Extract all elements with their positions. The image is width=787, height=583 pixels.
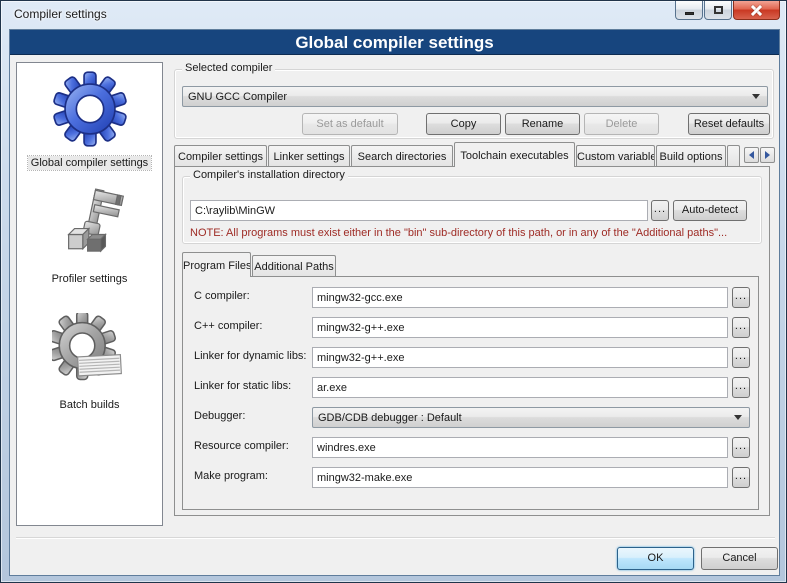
settings-category-list: Global compiler settings [16,62,163,526]
cpp-compiler-label: C++ compiler: [194,320,262,332]
make-program-label: Make program: [194,470,268,482]
cpp-compiler-browse-button[interactable]: ... [732,317,750,338]
caliper-icon [52,187,128,268]
close-icon [751,5,762,16]
debugger-select-value: GDB/CDB debugger : Default [313,412,734,424]
c-compiler-input[interactable] [312,287,728,308]
resource-compiler-input[interactable] [312,437,728,458]
note-text: NOTE: All programs must exist either in … [190,227,727,239]
sidebar-item-profiler-settings[interactable]: Profiler settings [17,187,162,286]
linker-static-input[interactable] [312,377,728,398]
chevron-down-icon [734,415,742,420]
maximize-button[interactable] [704,1,732,20]
compiler-select-value: GNU GCC Compiler [183,91,752,103]
maximize-icon [714,6,723,14]
selected-compiler-group-label: Selected compiler [182,62,275,74]
sidebar-item-batch-builds[interactable]: Batch builds [17,313,162,412]
copy-button[interactable]: Copy [426,113,501,135]
debugger-label: Debugger: [194,410,245,422]
gray-gear-papers-icon [52,313,128,394]
titlebar[interactable]: Compiler settings [1,1,786,29]
blue-gear-icon [52,71,128,152]
c-compiler-browse-button[interactable]: ... [732,287,750,308]
make-program-input[interactable] [312,467,728,488]
close-button[interactable] [733,1,780,20]
resource-compiler-label: Resource compiler: [194,440,289,452]
sidebar-item-global-compiler-settings[interactable]: Global compiler settings [17,71,162,170]
make-program-browse-button[interactable]: ... [732,467,750,488]
window-title: Compiler settings [14,7,107,21]
linker-dynamic-input[interactable] [312,347,728,368]
chevron-down-icon [752,94,760,99]
c-compiler-label: C compiler: [194,290,250,302]
caption-buttons [674,1,780,20]
tab-linker-settings[interactable]: Linker settings [268,145,350,167]
installation-directory-browse-button[interactable]: ... [651,200,669,221]
dialog-header: Global compiler settings [10,30,779,55]
tab-compiler-settings[interactable]: Compiler settings [174,145,267,167]
tab-search-directories[interactable]: Search directories [351,145,453,167]
delete-button[interactable]: Delete [584,113,659,135]
reset-defaults-button[interactable]: Reset defaults [688,113,770,135]
minimize-button[interactable] [675,1,703,20]
minimize-icon [685,12,694,15]
linker-static-label: Linker for static libs: [194,380,291,392]
footer-separator [16,537,775,539]
cpp-compiler-input[interactable] [312,317,728,338]
tab-scroll-left-button[interactable] [744,147,759,163]
installation-directory-group-label: Compiler's installation directory [190,169,348,181]
subtab-program-files[interactable]: Program Files [182,252,251,277]
sidebar-item-label: Profiler settings [49,272,131,286]
rename-button[interactable]: Rename [505,113,580,135]
installation-directory-input[interactable] [190,200,648,221]
arrow-left-icon [749,151,754,159]
dialog-client-area: Global compiler settings [9,29,780,576]
subtab-additional-paths[interactable]: Additional Paths [252,255,336,277]
linker-dynamic-browse-button[interactable]: ... [732,347,750,368]
resource-compiler-browse-button[interactable]: ... [732,437,750,458]
tab-toolchain-executables[interactable]: Toolchain executables [454,142,575,167]
tab-partial[interactable] [727,145,740,167]
linker-static-browse-button[interactable]: ... [732,377,750,398]
compiler-settings-window: Compiler settings Global compiler settin… [0,0,787,583]
cancel-button[interactable]: Cancel [701,547,778,570]
tab-scroll-right-button[interactable] [760,147,775,163]
linker-dynamic-label: Linker for dynamic libs: [194,350,307,362]
debugger-select[interactable]: GDB/CDB debugger : Default [312,407,750,428]
auto-detect-button[interactable]: Auto-detect [673,200,747,221]
tab-custom-variables[interactable]: Custom variables [576,145,655,167]
tab-build-options[interactable]: Build options [656,145,726,167]
arrow-right-icon [765,151,770,159]
compiler-select[interactable]: GNU GCC Compiler [182,86,768,107]
ok-button[interactable]: OK [617,547,694,570]
sidebar-item-label: Global compiler settings [28,156,151,170]
sidebar-item-label: Batch builds [57,398,123,412]
set-as-default-button[interactable]: Set as default [302,113,398,135]
